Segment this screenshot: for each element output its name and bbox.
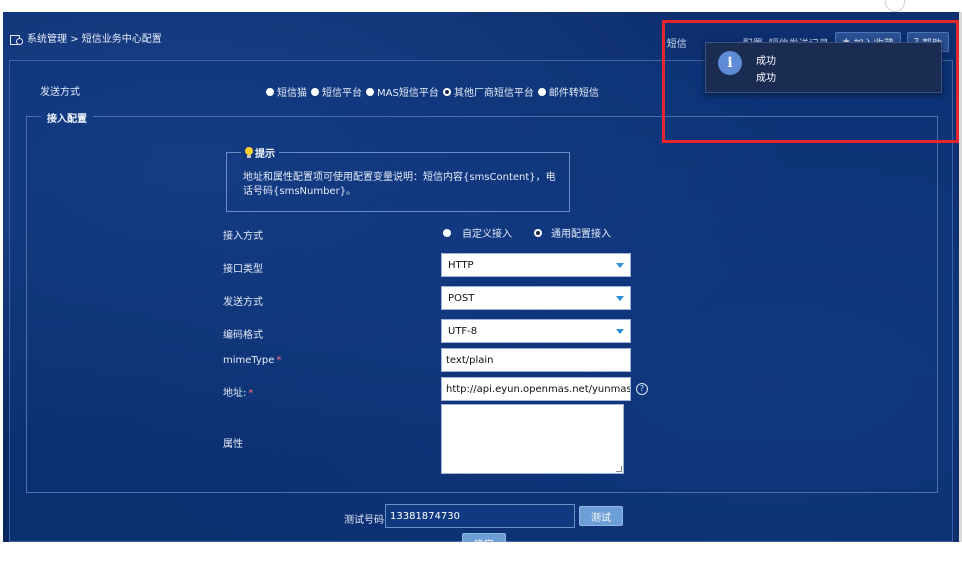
address-label: 地址: * — [223, 388, 254, 399]
tip-box: 提示 地址和属性配置项可使用配置变量说明：短信内容{smsContent}，电话… — [226, 145, 570, 212]
chevron-down-icon — [616, 296, 624, 301]
breadcrumb-separator: > — [70, 33, 79, 45]
access-config-fieldset: 接入配置 提示 地址和属性配置项可使用配置变量说明：短信内容{smsConten… — [26, 110, 938, 493]
home-settings-icon — [9, 31, 23, 45]
chevron-down-icon — [616, 329, 624, 334]
radio-sms-platform[interactable]: 短信平台 — [311, 84, 362, 99]
access-mode-label: 接入方式 — [223, 231, 263, 242]
radio-circle[interactable] — [366, 87, 374, 96]
send-method-label: 发送方式 — [40, 87, 80, 98]
mime-type-input[interactable]: text/plain — [441, 348, 631, 372]
encoding-select[interactable]: UTF-8 — [441, 319, 631, 343]
radio-circle-selected[interactable] — [442, 87, 451, 96]
lightbulb-icon — [245, 147, 253, 158]
test-number-label: 测试号码 — [344, 515, 384, 526]
radio-general-access[interactable]: 通用配置接入 — [534, 225, 611, 240]
interface-type-select[interactable]: HTTP — [441, 253, 631, 277]
property-label: 属性 — [223, 439, 243, 450]
radio-email-to-sms[interactable]: 邮件转短信 — [537, 84, 599, 99]
tip-text: 地址和属性配置项可使用配置变量说明：短信内容{smsContent}，电话号码{… — [243, 172, 556, 197]
mime-type-label: mimeType * — [223, 355, 282, 366]
interface-type-label: 接口类型 — [223, 264, 263, 275]
confirm-button[interactable]: 确定 — [462, 533, 506, 542]
access-config-legend: 接入配置 — [41, 110, 93, 125]
radio-circle-selected[interactable] — [534, 228, 542, 237]
resize-handle-icon[interactable] — [616, 466, 622, 472]
test-number-input[interactable]: 13381874730 — [385, 504, 575, 528]
send-method-radio-group: 短信猫 短信平台 MAS短信平台 其他厂商短信平台 邮件转短信 — [266, 84, 603, 99]
tip-legend: 提示 — [241, 145, 279, 160]
browser-top-strip — [0, 0, 962, 12]
http-method-label: 发送方式 — [223, 297, 263, 308]
help-icon[interactable]: ? — [636, 383, 648, 395]
breadcrumb-root[interactable]: 系统管理 — [27, 34, 67, 45]
radio-circle[interactable] — [537, 87, 546, 96]
chevron-down-icon — [616, 263, 624, 268]
test-button[interactable]: 测试 — [579, 506, 623, 526]
property-textarea[interactable] — [441, 404, 624, 474]
breadcrumb: 系统管理 > 短信业务中心配置 — [27, 30, 162, 45]
encoding-label: 编码格式 — [223, 330, 263, 341]
breadcrumb-current: 短信业务中心配置 — [81, 33, 162, 45]
radio-circle[interactable] — [311, 87, 319, 96]
radio-circle[interactable] — [443, 228, 451, 237]
radio-other-vendor[interactable]: 其他厂商短信平台 — [442, 84, 534, 99]
http-method-select[interactable]: POST — [441, 286, 631, 310]
highlight-annotation-box — [662, 20, 959, 143]
access-mode-radio-group: 自定义接入 通用配置接入 — [443, 225, 615, 240]
radio-custom-access[interactable]: 自定义接入 — [443, 225, 512, 240]
address-input[interactable]: http://api.eyun.openmas.net/yunmas_api/S — [441, 377, 631, 401]
radio-mas-platform[interactable]: MAS短信平台 — [366, 84, 439, 99]
radio-sms-cat[interactable]: 短信猫 — [266, 84, 307, 99]
radio-circle[interactable] — [266, 87, 274, 96]
